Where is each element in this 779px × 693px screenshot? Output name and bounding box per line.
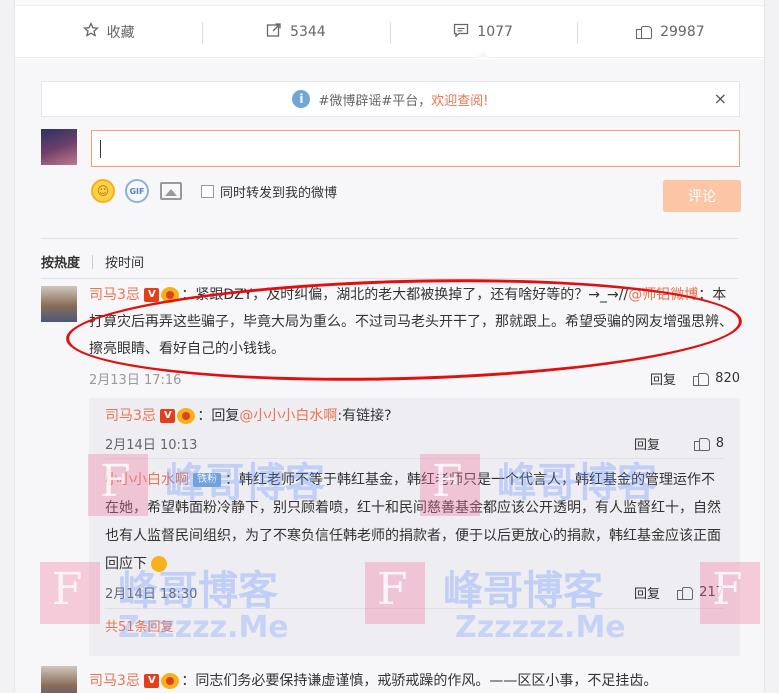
repost-button[interactable]: 5344: [202, 6, 389, 57]
composer-tools: ☺ GIF 同时转发到我的微博: [91, 179, 337, 203]
more-replies-link[interactable]: 共51条回复: [105, 616, 174, 635]
reply-like-button[interactable]: 8: [693, 436, 724, 452]
text-caret: [100, 140, 101, 158]
like-button[interactable]: 29987: [576, 6, 764, 57]
reply-username[interactable]: 司马3忌: [105, 408, 156, 424]
sort-by-time-tab[interactable]: 按时间: [105, 252, 144, 271]
close-icon[interactable]: ×: [714, 89, 727, 108]
comment-like-button[interactable]: 820: [693, 371, 740, 387]
reply-divider: [105, 608, 724, 609]
comment-count: 1077: [477, 23, 513, 40]
share-icon: [266, 22, 282, 42]
comment-tab-button[interactable]: 1077: [389, 6, 577, 58]
my-avatar[interactable]: [41, 129, 77, 165]
star-icon: [82, 21, 99, 42]
gif-icon[interactable]: GIF: [125, 179, 149, 203]
weibo-post-card: 收藏 5344 1077 29987 i #微博辟谣#平台，欢迎查阅! × ☺ …: [14, 0, 765, 693]
reply-meta: 2月14日 10:13 回复 8: [105, 434, 724, 453]
verified-icon: V: [144, 674, 160, 688]
comment-time: 2月13日 17:16: [89, 373, 182, 388]
fan-badge-icon: [161, 287, 180, 303]
notice-link[interactable]: 欢迎查阅!: [431, 94, 488, 109]
reply-divider: [105, 458, 724, 459]
thumbs-up-emoji-icon: [151, 556, 168, 572]
reply-item: 小小小白水啊 铁粉 ：韩红老师不等于韩红基金，韩红老师只是一个代言人，韩红基金的管理…: [105, 472, 721, 572]
forward-checkbox-label: 同时转发到我的微博: [220, 185, 338, 201]
divider: [41, 278, 738, 279]
reply-list: 司马3忌 V ：回复@小小小白水啊:有链接? 2月14日 10:13 回复 8 小…: [89, 398, 740, 656]
comment-username[interactable]: 司马3忌: [89, 287, 140, 303]
verified-icon: V: [144, 288, 160, 302]
rumor-notice: i #微博辟谣#平台，欢迎查阅! ×: [41, 81, 740, 117]
comment-input[interactable]: [91, 130, 740, 167]
comment-meta: 2月13日 17:16 回复 820: [89, 369, 740, 388]
favorite-label: 收藏: [106, 24, 135, 41]
forward-checkbox[interactable]: [201, 184, 214, 198]
reply-item: 司马3忌 V ：回复@小小小白水啊:有链接?: [105, 408, 392, 424]
reply-like-button[interactable]: 217: [677, 585, 724, 601]
favorite-button[interactable]: 收藏: [15, 6, 202, 57]
comment-username[interactable]: 司马3忌: [89, 673, 140, 689]
verified-icon: V: [160, 409, 176, 423]
reply-time: 2月14日 18:30: [105, 587, 198, 602]
comment-panel: i #微博辟谣#平台，欢迎查阅! × ☺ GIF 同时转发到我的微博 评论 按热…: [15, 59, 764, 693]
comment-item: 司马3忌 V ：同志们务必要保持谦虚谨慎，戒骄戒躁的作风。——区区小事，不足挂齿。: [41, 666, 740, 693]
avatar[interactable]: [41, 666, 77, 693]
sort-divider: [92, 254, 94, 269]
thumbs-up-icon: [677, 585, 694, 601]
reply-time: 2月14日 10:13: [105, 438, 198, 453]
info-icon: i: [292, 90, 311, 108]
emoji-icon[interactable]: ☺: [91, 179, 115, 203]
avatar[interactable]: [41, 286, 77, 322]
notice-text: #微博辟谣#平台，欢迎查阅!: [318, 93, 489, 109]
comment-icon: [453, 22, 469, 42]
sort-tabs: 按热度 按时间: [41, 252, 144, 271]
image-icon[interactable]: [159, 179, 183, 203]
sort-by-hot-tab[interactable]: 按热度: [41, 252, 80, 271]
comment-like-count: 820: [715, 371, 740, 386]
repost-count: 5344: [290, 23, 326, 40]
mention-link[interactable]: @师铝微博: [628, 287, 698, 303]
reply-button[interactable]: 回复: [650, 369, 676, 388]
mention-link[interactable]: @小小小白水啊: [239, 408, 337, 424]
thumbs-up-icon: [693, 371, 710, 387]
fan-badge-icon: [161, 673, 180, 689]
comment-item: 司马3忌 V ：紧跟DZY，及时纠偏，湖北的老大都被换掉了，还有啥好等的？→_→/…: [41, 286, 740, 396]
reply-username[interactable]: 小小小白水啊: [105, 472, 189, 488]
comment-text: 司马3忌 V ：同志们务必要保持谦虚谨慎，戒骄戒躁的作风。——区区小事，不足挂齿。: [89, 673, 658, 689]
action-bar: 收藏 5344 1077 29987: [15, 6, 764, 58]
reply-button[interactable]: 回复: [634, 583, 660, 602]
fan-badge-icon: [177, 408, 196, 424]
fans-tag: 铁粉: [193, 473, 221, 487]
thumbs-up-icon: [636, 24, 653, 40]
divider: [41, 238, 738, 239]
thumbs-up-icon: [693, 436, 710, 452]
submit-comment-button[interactable]: 评论: [663, 180, 741, 212]
reply-button[interactable]: 回复: [634, 434, 660, 453]
comment-text: 司马3忌 V ：紧跟DZY，及时纠偏，湖北的老大都被换掉了，还有啥好等的？→_→/…: [89, 287, 733, 357]
like-count: 29987: [660, 23, 705, 40]
reply-meta: 2月14日 18:30 回复 217: [105, 583, 724, 602]
